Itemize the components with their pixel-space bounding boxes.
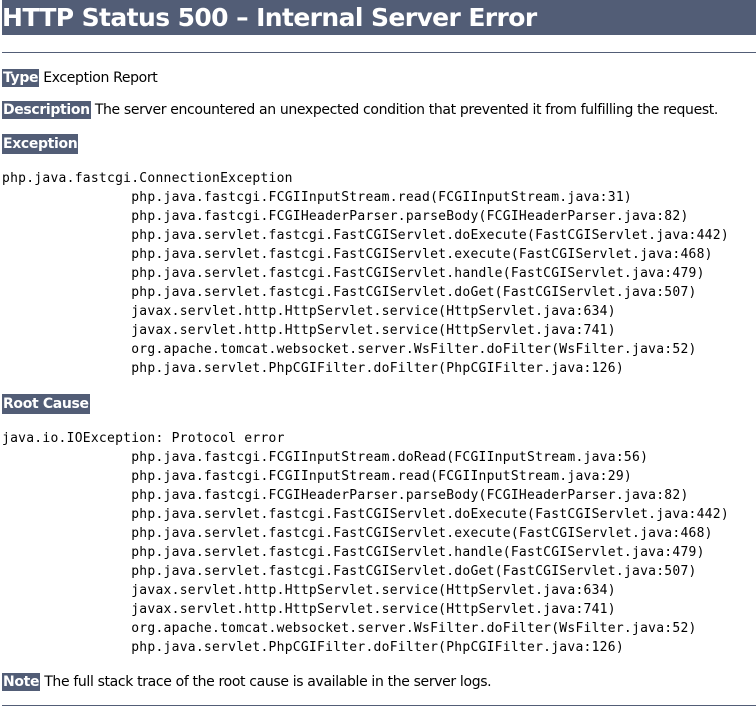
stack-frame: php.java.servlet.fastcgi.FastCGIServlet.…	[74, 526, 713, 541]
stack-frame: php.java.fastcgi.FCGIHeaderParser.parseB…	[74, 488, 689, 503]
stack-frame: php.java.servlet.fastcgi.FastCGIServlet.…	[74, 228, 729, 243]
stack-frame: javax.servlet.http.HttpServlet.service(H…	[74, 304, 616, 319]
type-value: Exception Report	[43, 70, 158, 86]
stack-frame: php.java.servlet.fastcgi.FastCGIServlet.…	[74, 545, 705, 560]
stack-frame: php.java.servlet.fastcgi.FastCGIServlet.…	[74, 285, 697, 300]
root-cause-first-line: java.io.IOException: Protocol error	[2, 431, 285, 446]
note-value: The full stack trace of the root cause i…	[44, 674, 492, 690]
stack-frame: php.java.servlet.PhpCGIFilter.doFilter(P…	[74, 640, 624, 655]
stack-frame: javax.servlet.http.HttpServlet.service(H…	[74, 583, 616, 598]
title-divider	[2, 52, 756, 53]
type-label: Type	[2, 69, 40, 87]
stack-frame: php.java.fastcgi.FCGIInputStream.read(FC…	[74, 190, 632, 205]
root-cause-heading: Root Cause	[2, 394, 90, 414]
description-row: Description The server encountered an un…	[2, 100, 718, 120]
stack-frame: php.java.servlet.fastcgi.FastCGIServlet.…	[74, 507, 729, 522]
stack-frame: javax.servlet.http.HttpServlet.service(H…	[74, 323, 616, 338]
stack-frame: php.java.servlet.fastcgi.FastCGIServlet.…	[74, 266, 705, 281]
stack-frame: org.apache.tomcat.websocket.server.WsFil…	[74, 621, 697, 636]
stack-frame: php.java.servlet.fastcgi.FastCGIServlet.…	[74, 247, 713, 262]
stack-frame: javax.servlet.http.HttpServlet.service(H…	[74, 602, 616, 617]
note-label: Note	[2, 673, 41, 691]
stack-frame: php.java.servlet.PhpCGIFilter.doFilter(P…	[74, 361, 624, 376]
note-row: Note The full stack trace of the root ca…	[2, 672, 492, 692]
description-value: The server encountered an unexpected con…	[94, 102, 719, 118]
stack-frame: php.java.fastcgi.FCGIInputStream.read(FC…	[74, 469, 632, 484]
stack-frame: php.java.servlet.fastcgi.FastCGIServlet.…	[74, 564, 697, 579]
stack-frame: org.apache.tomcat.websocket.server.WsFil…	[74, 342, 697, 357]
exception-frames: php.java.fastcgi.FCGIInputStream.read(FC…	[2, 190, 729, 376]
page-title: HTTP Status 500 – Internal Server Error	[2, 0, 756, 35]
description-label: Description	[2, 101, 91, 119]
stack-frame: php.java.fastcgi.FCGIInputStream.doRead(…	[74, 450, 649, 465]
exception-first-line: php.java.fastcgi.ConnectionException	[2, 171, 293, 186]
type-row: Type Exception Report	[2, 68, 158, 88]
root-cause-frames: php.java.fastcgi.FCGIInputStream.doRead(…	[2, 450, 729, 655]
stack-frame: php.java.fastcgi.FCGIHeaderParser.parseB…	[74, 209, 689, 224]
exception-heading: Exception	[2, 134, 79, 154]
exception-stack-trace: php.java.fastcgi.ConnectionException php…	[2, 169, 729, 378]
root-cause-stack-trace: java.io.IOException: Protocol error php.…	[2, 429, 729, 657]
footer-divider	[2, 705, 756, 706]
